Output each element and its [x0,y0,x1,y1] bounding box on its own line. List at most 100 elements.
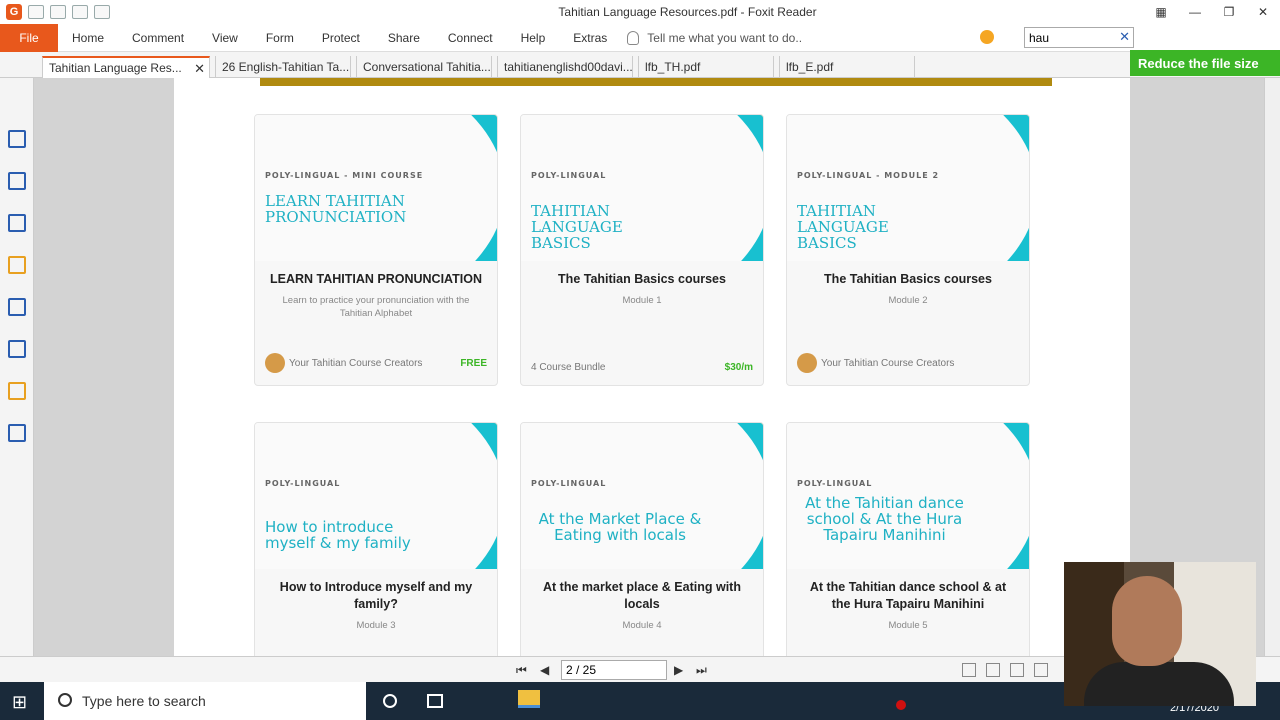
menu-home[interactable]: Home [58,24,118,52]
layers-icon[interactable] [8,214,26,232]
menu-protect[interactable]: Protect [308,24,374,52]
card-subtitle: Module 5 [888,620,928,631]
doc-tab-label: Conversational Tahitia... [363,60,491,74]
single-page-view-icon[interactable] [962,663,976,677]
comments-icon[interactable] [8,256,26,274]
task-view-icon[interactable] [427,694,443,708]
title-bar: G Tahitian Language Resources.pdf - Foxi… [0,0,1280,24]
card-price: $30/m [724,362,753,373]
doc-tab-label: 26 English-Tahitian Ta... [222,60,350,74]
pages-icon[interactable] [8,172,26,190]
menu-comment[interactable]: Comment [118,24,198,52]
file-explorer-icon[interactable] [518,690,540,708]
card-image: POLY-LINGUAL TAHITIAN LANGUAGE BASICS [521,115,763,261]
card-image-title: At the Market Place & Eating with locals [538,510,702,544]
page-thumbnails-icon[interactable] [8,130,26,148]
close-tab-icon[interactable]: ✕ [194,61,205,77]
minimize-button[interactable]: — [1178,0,1212,24]
avatar [265,353,285,373]
card-subtitle: Learn to practice your pronunciation wit… [282,295,470,319]
course-card[interactable]: POLY-LINGUAL - MINI COURSE LEARN TAHITIA… [254,114,498,386]
windows-start-icon[interactable]: ⊞ [12,692,32,712]
card-subtitle: Module 1 [622,295,662,306]
card-title: At the market place & Eating with locals [543,580,741,611]
menu-view[interactable]: View [198,24,252,52]
card-image: POLY-LINGUAL How to introduce myself & m… [255,423,497,569]
document-tabs: Tahitian Language Res... ✕ 26 English-Ta… [0,52,1280,78]
card-author: Your Tahitian Course Creators [821,357,955,369]
doc-tab-6[interactable]: lfb_E.pdf [779,56,915,78]
recording-icon[interactable] [896,700,906,710]
previous-page-icon[interactable]: ◀ [540,663,549,677]
vertical-scrollbar[interactable] [1264,78,1280,656]
doc-tab-3[interactable]: Conversational Tahitia... [356,56,492,78]
find-input-value: hau [1029,30,1050,45]
card-tag: POLY-LINGUAL [265,479,341,488]
card-author: 4 Course Bundle [531,362,606,373]
last-page-icon[interactable]: ⏭ [696,663,707,678]
menu-connect[interactable]: Connect [434,24,507,52]
card-image: POLY-LINGUAL - MODULE 2 TAHITIAN LANGUAG… [787,115,1029,261]
tools-icon[interactable] [8,424,26,442]
continuous-facing-view-icon[interactable] [1034,663,1048,677]
card-image: POLY-LINGUAL - MINI COURSE LEARN TAHITIA… [255,115,497,261]
menu-share[interactable]: Share [374,24,434,52]
signature-icon[interactable] [8,340,26,358]
clear-search-icon[interactable]: ✕ [1119,29,1130,45]
presenter-face [1112,576,1182,666]
course-card[interactable]: POLY-LINGUAL At the Tahitian dance schoo… [786,422,1030,656]
file-menu[interactable]: File [0,23,58,52]
course-card[interactable]: POLY-LINGUAL - MODULE 2 TAHITIAN LANGUAG… [786,114,1030,386]
doc-tab-4[interactable]: tahitianenglishd00davi... [497,56,633,78]
webcam-overlay [1064,562,1256,706]
document-margin-left [34,78,174,656]
card-subtitle: Module 2 [888,295,928,306]
header-bar [260,78,1052,86]
next-page-icon[interactable]: ▶ [674,663,683,677]
favorite-icon[interactable] [980,30,994,44]
card-title: At the Tahitian dance school & at the Hu… [809,580,1007,611]
tell-me-box[interactable]: Tell me what you want to do.. [627,30,802,45]
doc-tab-2[interactable]: 26 English-Tahitian Ta... [215,56,351,78]
continuous-view-icon[interactable] [986,663,1000,677]
doc-tab-5[interactable]: lfb_TH.pdf [638,56,774,78]
find-input[interactable]: hau ✕ [1024,27,1134,48]
card-image-title: How to introduce myself & my family [265,518,411,552]
doc-tab-label: lfb_E.pdf [786,60,834,74]
cortana-icon[interactable] [383,694,397,708]
ribbon-toggle-icon[interactable]: ▦ [1144,0,1178,24]
window-title: Tahitian Language Resources.pdf - Foxit … [558,5,817,19]
doc-tab-1[interactable]: Tahitian Language Res... ✕ [42,56,210,78]
card-title: LEARN TAHITIAN PRONUNCIATION [269,272,483,286]
taskbar-search[interactable]: Type here to search [44,682,366,720]
card-image: POLY-LINGUAL At the Market Place & Eatin… [521,423,763,569]
card-tag: POLY-LINGUAL [531,479,607,488]
card-title: The Tahitian Basics courses [824,272,992,286]
restore-button[interactable]: ❐ [1212,0,1246,24]
menu-help[interactable]: Help [507,24,560,52]
search-icon [58,693,72,707]
card-title: How to Introduce myself and my family? [279,580,473,611]
card-tag: POLY-LINGUAL - MINI COURSE [265,171,424,180]
first-page-icon[interactable]: ⏮ [516,663,527,678]
page-number-field[interactable]: 2 / 25 [561,660,667,680]
card-image-title: TAHITIAN LANGUAGE BASICS [797,202,889,252]
card-image-title: TAHITIAN LANGUAGE BASICS [531,202,623,252]
card-tag: POLY-LINGUAL [797,479,873,488]
lock-icon[interactable] [8,382,26,400]
course-card[interactable]: POLY-LINGUAL How to introduce myself & m… [254,422,498,656]
lightbulb-icon [627,30,640,45]
page-number: 2 / 25 [566,663,597,677]
card-tag: POLY-LINGUAL [531,171,607,180]
close-button[interactable]: ✕ [1246,0,1280,24]
card-image-title: LEARN TAHITIAN PRONUNCIATION [265,192,407,226]
course-card[interactable]: POLY-LINGUAL TAHITIAN LANGUAGE BASICS Th… [520,114,764,386]
facing-view-icon[interactable] [1010,663,1024,677]
menu-extras[interactable]: Extras [559,24,621,52]
course-card[interactable]: POLY-LINGUAL At the Market Place & Eatin… [520,422,764,656]
menu-form[interactable]: Form [252,24,308,52]
document-page: POLY-LINGUAL - MINI COURSE LEARN TAHITIA… [174,78,1130,656]
doc-tab-label: tahitianenglishd00davi... [504,60,633,74]
reduce-file-size-button[interactable]: Reduce the file size [1130,50,1280,76]
attachment-icon[interactable] [8,298,26,316]
